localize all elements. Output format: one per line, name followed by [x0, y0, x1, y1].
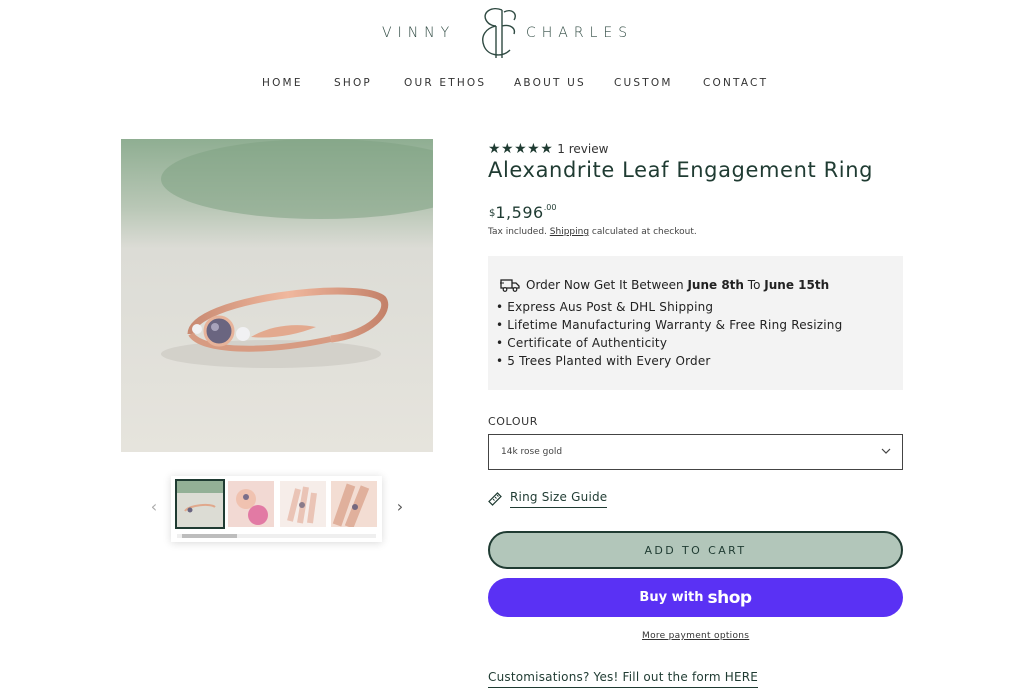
brand-name-right: CHARLES: [526, 25, 634, 41]
thumbnail-4[interactable]: [331, 481, 377, 527]
rating[interactable]: ★★★★★ 1 review: [488, 141, 608, 157]
more-payment-options-link[interactable]: More payment options: [642, 631, 749, 641]
chevron-down-icon: [881, 448, 891, 454]
shipping-info-box: Order Now Get It Between June 8th To Jun…: [488, 256, 903, 390]
customisation-form-link[interactable]: Customisations? Yes! Fill out the form H…: [488, 670, 759, 688]
star-rating-icon: ★★★★★: [488, 141, 554, 157]
shipping-link[interactable]: Shipping: [550, 227, 589, 237]
nav-custom[interactable]: CUSTOM: [614, 77, 673, 89]
colour-selected-value: 14k rose gold: [501, 447, 563, 457]
benefits-list: Express Aus Post & DHL Shipping Lifetime…: [496, 298, 842, 370]
main-nav: HOME SHOP OUR ETHOS ABOUT US CUSTOM CONT…: [0, 77, 1024, 93]
buy-with-label: Buy with: [639, 590, 704, 605]
ruler-icon: [488, 492, 502, 506]
thumbnail-2[interactable]: [228, 481, 274, 527]
delivery-to: To: [747, 278, 761, 292]
benefit-item: Lifetime Manufacturing Warranty & Free R…: [496, 316, 842, 334]
price-cents: .00: [543, 203, 557, 212]
brand-logo[interactable]: VINNY CHARLES: [0, 4, 1024, 60]
product-title: Alexandrite Leaf Engagement Ring: [488, 158, 874, 182]
nav-home[interactable]: HOME: [262, 77, 303, 89]
tax-suffix: calculated at checkout.: [591, 227, 697, 237]
benefit-item: 5 Trees Planted with Every Order: [496, 352, 842, 370]
delivery-start-date: June 8th: [687, 278, 744, 292]
delivery-estimate: Order Now Get It Between June 8th To Jun…: [500, 278, 829, 292]
shop-pay-logo: shop: [707, 587, 753, 608]
review-count: 1 review: [557, 142, 609, 156]
product-main-image[interactable]: [121, 139, 433, 452]
benefit-item: Certificate of Authenticity: [496, 334, 842, 352]
thumbnail-1[interactable]: [175, 479, 225, 529]
add-to-cart-button[interactable]: ADD TO CART: [488, 531, 903, 569]
brand-name-left: VINNY: [382, 25, 456, 41]
nav-contact[interactable]: CONTACT: [703, 77, 768, 89]
colour-label: COLOUR: [488, 415, 539, 428]
thumbnail-scrollbar[interactable]: [177, 534, 376, 538]
prev-thumb-arrow-icon[interactable]: ‹: [147, 498, 161, 516]
delivery-prefix: Order Now Get It Between: [526, 278, 684, 292]
colour-select[interactable]: 14k rose gold: [488, 434, 903, 470]
ring-size-guide-link[interactable]: Ring Size Guide: [488, 488, 608, 510]
delivery-end-date: June 15th: [764, 278, 830, 292]
ring-photo: [121, 139, 433, 452]
tax-prefix: Tax included.: [488, 227, 547, 237]
thumbnail-strip: [171, 476, 382, 542]
thumbnail-3[interactable]: [280, 481, 326, 527]
tax-note: Tax included. Shipping calculated at che…: [488, 227, 697, 237]
buy-with-shop-button[interactable]: Buy with shop: [488, 578, 903, 617]
nav-about-us[interactable]: ABOUT US: [514, 77, 586, 89]
ampersand-logo-icon: [482, 8, 516, 58]
truck-icon: [500, 279, 520, 292]
next-thumb-arrow-icon[interactable]: ›: [393, 498, 407, 516]
nav-our-ethos[interactable]: OUR ETHOS: [404, 77, 486, 89]
benefit-item: Express Aus Post & DHL Shipping: [496, 298, 842, 316]
ring-size-guide-label: Ring Size Guide: [510, 490, 608, 508]
product-price: $1,596.00: [489, 203, 556, 222]
nav-shop[interactable]: SHOP: [334, 77, 372, 89]
price-amount: 1,596: [495, 203, 544, 222]
